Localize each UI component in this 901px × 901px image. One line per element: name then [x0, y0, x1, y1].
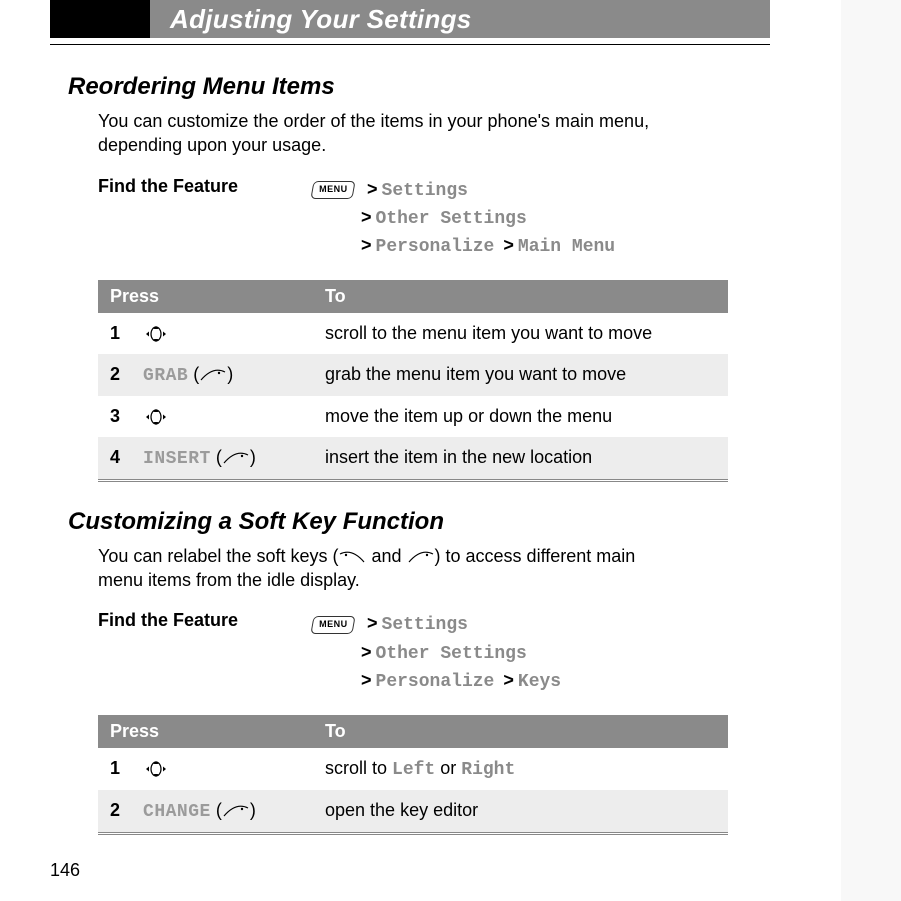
table-row: 1 scroll to Left or Right	[98, 748, 728, 790]
section1-heading: Reordering Menu Items	[68, 73, 770, 101]
section2-path: MENU >Settings >Other Settings >Personal…	[312, 610, 561, 694]
table-row: 1 scroll to the menu item you want to mo…	[98, 313, 728, 354]
section1-intro: You can customize the order of the items…	[98, 109, 658, 158]
header-bar: Adjusting Your Settings	[50, 0, 770, 38]
nav-key-icon	[143, 761, 169, 777]
section1-table: Press To 1 scroll to the menu item you w…	[98, 280, 728, 482]
col-press: Press	[98, 280, 313, 313]
table-row: 3 move the item up or down the menu	[98, 396, 728, 437]
table-row: 2 CHANGE () open the key editor	[98, 790, 728, 834]
softkey-right-icon	[222, 451, 250, 465]
softkey-right-icon	[222, 804, 250, 818]
find-feature-label: Find the Feature	[98, 610, 288, 694]
section1-find-feature: Find the Feature MENU >Settings >Other S…	[98, 176, 770, 260]
col-press: Press	[98, 715, 313, 748]
header-title: Adjusting Your Settings	[170, 4, 472, 35]
menu-key-icon: MENU	[310, 181, 355, 199]
find-feature-label: Find the Feature	[98, 176, 288, 260]
section2-intro: You can relabel the soft keys ( and ) to…	[98, 544, 658, 593]
table-row: 4 INSERT () insert the item in the new l…	[98, 437, 728, 481]
header-divider	[50, 44, 770, 45]
right-margin-strip	[841, 0, 901, 901]
page: Adjusting Your Settings Reordering Menu …	[50, 0, 770, 835]
section2-find-feature: Find the Feature MENU >Settings >Other S…	[98, 610, 770, 694]
softkey-left-icon	[338, 550, 366, 564]
menu-key-icon: MENU	[310, 616, 355, 634]
softkey-right-icon	[407, 550, 435, 564]
section1-path: MENU >Settings >Other Settings >Personal…	[312, 176, 615, 260]
col-to: To	[313, 280, 728, 313]
softkey-right-icon	[199, 368, 227, 382]
section2-table: Press To 1 scroll to Left or Right	[98, 715, 728, 835]
nav-key-icon	[143, 326, 169, 342]
col-to: To	[313, 715, 728, 748]
section2-heading: Customizing a Soft Key Function	[68, 508, 770, 536]
nav-key-icon	[143, 409, 169, 425]
table-row: 2 GRAB () grab the menu item you want to…	[98, 354, 728, 396]
page-number: 146	[50, 860, 80, 881]
